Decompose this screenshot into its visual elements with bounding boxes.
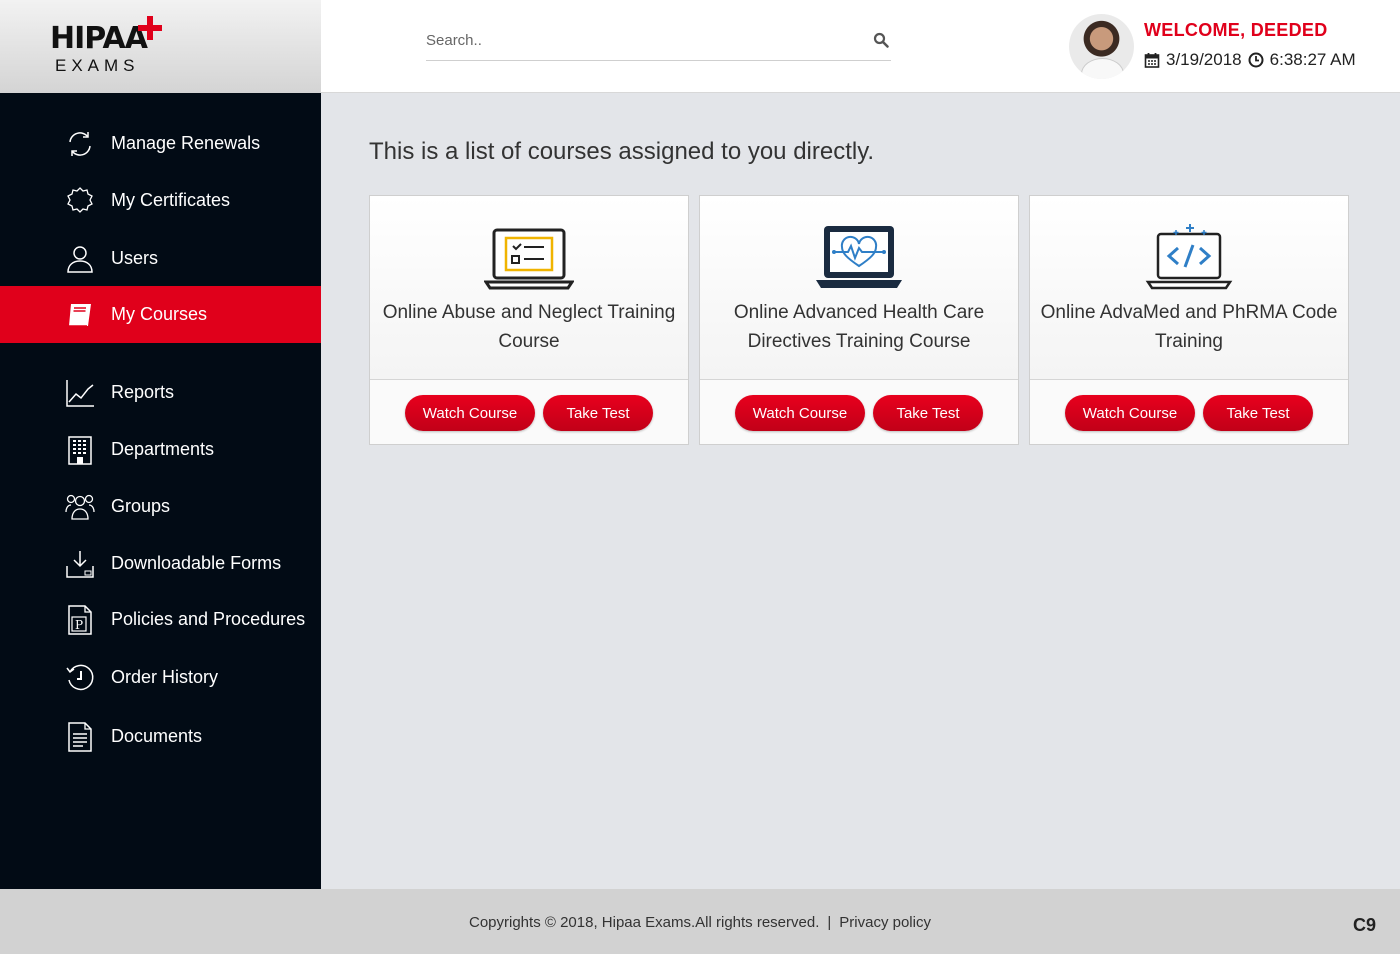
footer: Copyrights © 2018, Hipaa Exams.All right… <box>0 889 1400 954</box>
sidebar-item-downloadable-forms[interactable]: Downloadable Forms <box>0 535 321 592</box>
plus-icon <box>138 16 162 40</box>
course-card-actions: Watch Course Take Test <box>370 380 688 444</box>
refresh-icon <box>65 129 95 159</box>
datetime: 3/19/2018 6:38:27 AM <box>1144 50 1356 70</box>
logo-subtext: EXAMS <box>55 56 140 75</box>
course-card-header: Online Advanced Health Care Directives T… <box>700 196 1018 380</box>
sidebar: Manage Renewals My Certificates Users My… <box>0 93 321 889</box>
take-test-button[interactable]: Take Test <box>543 395 653 431</box>
course-card-actions: Watch Course Take Test <box>700 380 1018 444</box>
clock-icon <box>1248 52 1264 68</box>
sidebar-item-groups[interactable]: Groups <box>0 478 321 535</box>
logo-text: HIPAA <box>50 21 148 56</box>
history-icon <box>65 663 95 693</box>
building-icon <box>65 435 95 465</box>
take-test-button[interactable]: Take Test <box>1203 395 1313 431</box>
header: WELCOME, DEEDED 3/19/2018 6:38:27 AM <box>321 0 1400 93</box>
watch-course-button[interactable]: Watch Course <box>405 395 535 431</box>
sidebar-item-label: My Courses <box>111 304 208 324</box>
sidebar-item-label: Users <box>111 248 159 268</box>
sidebar-item-label: Manage Renewals <box>111 133 261 153</box>
footer-separator: | <box>827 914 832 931</box>
course-card-header: Online Abuse and Neglect Training Course <box>370 196 688 380</box>
laptop-heartbeat-icon <box>816 226 902 288</box>
sidebar-item-users[interactable]: Users <box>0 230 321 287</box>
laptop-code-icon <box>1145 224 1233 290</box>
privacy-policy-link[interactable]: Privacy policy <box>839 914 931 931</box>
group-icon <box>65 492 95 522</box>
course-card: Online Advanced Health Care Directives T… <box>699 195 1019 445</box>
course-card-header: Online AdvaMed and PhRMA Code Training <box>1030 196 1348 380</box>
avatar[interactable] <box>1069 14 1134 79</box>
sidebar-item-label: Policies and Procedures <box>111 609 306 629</box>
watch-course-button[interactable]: Watch Course <box>735 395 865 431</box>
sidebar-item-policies-and-procedures[interactable]: P Policies and Procedures <box>0 591 321 648</box>
svg-text:P: P <box>75 618 83 632</box>
page-title: This is a list of courses assigned to yo… <box>369 138 875 165</box>
welcome-text: WELCOME, DEEDED <box>1144 20 1328 40</box>
user-icon <box>65 244 95 274</box>
certificate-icon <box>65 186 95 216</box>
course-card-actions: Watch Course Take Test <box>1030 380 1348 444</box>
policy-document-icon: P <box>65 604 95 635</box>
document-icon <box>65 721 95 752</box>
laptop-checklist-icon <box>484 228 574 290</box>
sidebar-item-label: My Certificates <box>111 190 231 210</box>
sidebar-item-label: Groups <box>111 496 171 516</box>
course-title: Online AdvaMed and PhRMA Code Training <box>1040 302 1338 352</box>
sidebar-item-label: Downloadable Forms <box>111 553 282 573</box>
sidebar-item-reports[interactable]: Reports <box>0 364 321 421</box>
search-input[interactable] <box>426 28 856 52</box>
course-card: Online Abuse and Neglect Training Course… <box>369 195 689 445</box>
copyright-text: Copyrights © 2018, Hipaa Exams.All right… <box>469 914 820 931</box>
sidebar-item-manage-renewals[interactable]: Manage Renewals <box>0 115 321 172</box>
logo[interactable]: HIPAA EXAMS <box>0 0 321 93</box>
chart-icon <box>65 378 95 408</box>
sidebar-item-order-history[interactable]: Order History <box>0 649 321 706</box>
take-test-button[interactable]: Take Test <box>873 395 983 431</box>
time-text: 6:38:27 AM <box>1269 50 1356 69</box>
book-icon <box>65 300 95 330</box>
footer-text: Copyrights © 2018, Hipaa Exams.All right… <box>469 914 931 931</box>
sidebar-item-label: Departments <box>111 439 215 459</box>
date-text: 3/19/2018 <box>1166 50 1242 69</box>
sidebar-item-departments[interactable]: Departments <box>0 421 321 478</box>
download-icon <box>65 549 95 579</box>
course-title: Online Advanced Health Care Directives T… <box>733 302 985 352</box>
sidebar-item-my-certificates[interactable]: My Certificates <box>0 172 321 229</box>
course-title: Online Abuse and Neglect Training Course <box>382 302 676 352</box>
sidebar-item-my-courses[interactable]: My Courses <box>0 286 321 343</box>
sidebar-item-documents[interactable]: Documents <box>0 708 321 765</box>
footer-badge: C9 <box>1352 915 1376 935</box>
search-bar <box>426 24 891 61</box>
sidebar-item-label: Reports <box>111 382 175 402</box>
search-icon[interactable] <box>873 32 889 48</box>
sidebar-item-label: Documents <box>111 726 203 746</box>
course-card: Online AdvaMed and PhRMA Code Training W… <box>1029 195 1349 445</box>
watch-course-button[interactable]: Watch Course <box>1065 395 1195 431</box>
calendar-icon <box>1144 53 1160 68</box>
sidebar-item-label: Order History <box>111 667 219 687</box>
